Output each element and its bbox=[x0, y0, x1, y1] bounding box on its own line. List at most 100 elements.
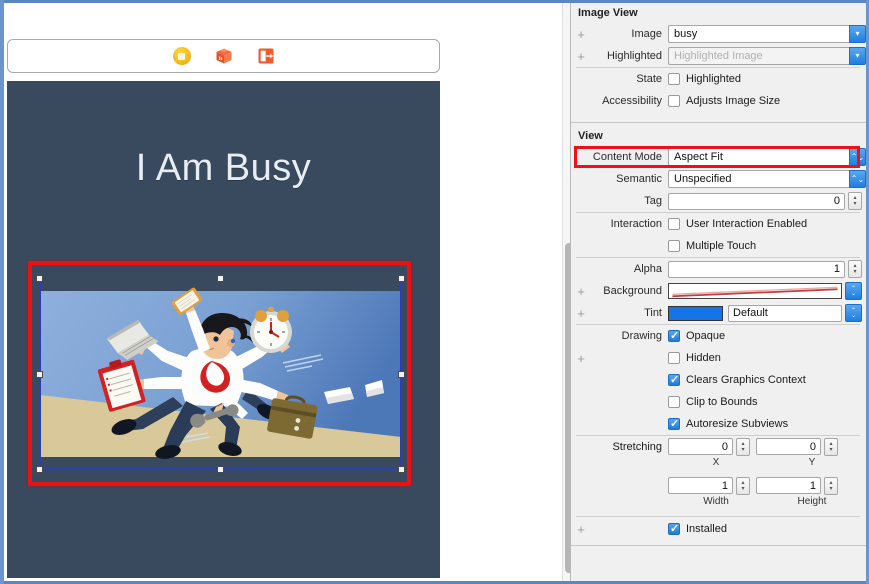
checkbox-multiple-touch[interactable] bbox=[668, 240, 680, 252]
checkbox-clip-to-bounds[interactable] bbox=[668, 396, 680, 408]
add-variation-icon-installed[interactable]: + bbox=[574, 523, 588, 536]
checkbox-label-multiple-touch: Multiple Touch bbox=[686, 240, 757, 252]
stretching-x-input[interactable]: 0 bbox=[668, 438, 733, 455]
resize-handle-middle-left[interactable] bbox=[36, 371, 43, 378]
stretching-row-wh[interactable]: 1 ▴ ▾ 1 ▴ ▾ bbox=[574, 475, 866, 496]
checkbox-user-interaction-enabled[interactable] bbox=[668, 218, 680, 230]
resize-handle-bottom-left[interactable] bbox=[36, 466, 43, 473]
row-multiple-touch[interactable]: Multiple Touch bbox=[570, 235, 866, 257]
chevron-updown-icon-content-mode[interactable]: ⌃ ⌄ bbox=[849, 148, 866, 166]
view-controller-icon[interactable] bbox=[172, 47, 191, 65]
add-variation-icon-tint[interactable]: + bbox=[574, 307, 588, 320]
stretching-width-cell[interactable]: 1 ▴ ▾ bbox=[668, 476, 750, 495]
checkbox-label-opaque: Opaque bbox=[686, 330, 726, 342]
row-image[interactable]: + Image busy ▾ bbox=[570, 23, 866, 45]
stretching-height-input[interactable]: 1 bbox=[756, 477, 821, 494]
content-mode-combo[interactable]: Aspect Fit ⌃ ⌄ bbox=[668, 148, 866, 166]
stretching-x-stepper[interactable]: ▴ ▾ bbox=[736, 437, 750, 456]
add-variation-icon-hidden[interactable]: + bbox=[574, 352, 588, 365]
attributes-inspector[interactable]: Image View + Image busy ▾ + Highlighted … bbox=[570, 3, 866, 581]
stretching-width-stepper[interactable]: ▴ ▾ bbox=[736, 476, 750, 495]
label-accessibility: Accessibility bbox=[602, 95, 662, 107]
row-clears-graphics-context[interactable]: Clears Graphics Context bbox=[570, 369, 866, 391]
row-alpha[interactable]: Alpha 1 ▴ ▾ bbox=[570, 258, 866, 280]
semantic-value[interactable]: Unspecified bbox=[668, 170, 849, 188]
checkbox-hidden[interactable] bbox=[668, 352, 680, 364]
highlighted-image-combo[interactable]: Highlighted Image ▾ bbox=[668, 47, 866, 65]
add-variation-icon-image[interactable]: + bbox=[574, 28, 588, 41]
highlighted-image-value[interactable]: Highlighted Image bbox=[668, 47, 849, 65]
row-background[interactable]: + Background ⌃ ⌄ bbox=[570, 280, 866, 302]
alpha-stepper[interactable]: ▴ ▾ bbox=[848, 260, 862, 278]
stretching-captions-xy: X Y bbox=[574, 457, 866, 471]
checkbox-adjusts-image-size[interactable] bbox=[668, 95, 680, 107]
row-semantic[interactable]: Semantic Unspecified ⌃ ⌄ bbox=[570, 168, 866, 190]
row-highlighted-image[interactable]: + Highlighted Highlighted Image ▾ bbox=[570, 45, 866, 67]
scene-dock[interactable] bbox=[7, 39, 440, 73]
checkbox-label-hidden: Hidden bbox=[686, 352, 721, 364]
stretching-y-input[interactable]: 0 bbox=[756, 438, 821, 455]
stretching-y-cell[interactable]: 0 ▴ ▾ bbox=[756, 437, 838, 456]
checkbox-label-user-interaction-enabled: User Interaction Enabled bbox=[686, 218, 808, 230]
row-clip-to-bounds[interactable]: Clip to Bounds bbox=[570, 391, 866, 413]
storyboard-canvas[interactable]: I Am Busy bbox=[4, 3, 570, 581]
alpha-input[interactable]: 1 bbox=[668, 260, 845, 278]
row-hidden[interactable]: + Hidden bbox=[570, 347, 866, 369]
checkbox-autoresize-subviews[interactable] bbox=[668, 417, 680, 431]
resize-handle-bottom-right[interactable] bbox=[398, 466, 405, 473]
chevron-down-icon-image[interactable]: ▾ bbox=[849, 25, 866, 43]
image-combo[interactable]: busy ▾ bbox=[668, 25, 866, 43]
app-window: I Am Busy Image View + Image busy ▾ + Hi… bbox=[0, 0, 869, 584]
resize-handle-top-left[interactable] bbox=[36, 275, 43, 282]
row-tint[interactable]: + Tint Default ⌃ ⌄ bbox=[570, 302, 866, 324]
label-background: Background bbox=[603, 285, 662, 297]
exit-icon[interactable] bbox=[257, 47, 275, 65]
tag-stepper[interactable]: ▴ ▾ bbox=[848, 192, 862, 210]
canvas-scrollbar[interactable] bbox=[562, 3, 570, 581]
row-tag[interactable]: Tag 0 ▴ ▾ bbox=[570, 190, 866, 212]
first-responder-icon[interactable] bbox=[215, 47, 233, 65]
checkbox-clears-graphics-context[interactable] bbox=[668, 373, 680, 387]
caption-width: Width bbox=[703, 496, 729, 507]
device-screen[interactable]: I Am Busy bbox=[7, 81, 440, 578]
chevron-updown-icon-semantic[interactable]: ⌃ ⌄ bbox=[849, 170, 866, 188]
label-content-mode: Content Mode bbox=[592, 151, 662, 163]
label-state: State bbox=[636, 73, 662, 85]
stretching-row-xy[interactable]: Stretching 0 ▴ ▾ 0 ▴ ▾ bbox=[574, 436, 866, 457]
chevron-down-icon-highlighted[interactable]: ▾ bbox=[849, 47, 866, 65]
tag-input[interactable]: 0 bbox=[668, 192, 845, 210]
stretching-captions-wh: Width Height bbox=[574, 496, 866, 510]
tint-value[interactable]: Default bbox=[728, 304, 842, 322]
background-color-well[interactable] bbox=[668, 283, 842, 299]
stretching-width-input[interactable]: 1 bbox=[668, 477, 733, 494]
stretching-group[interactable]: Stretching 0 ▴ ▾ 0 ▴ ▾ X Y 1 ▴ ▾ 1 ▴ ▾ W… bbox=[570, 436, 866, 510]
image-view[interactable] bbox=[36, 275, 405, 473]
row-accessibility[interactable]: Accessibility Adjusts Image Size bbox=[570, 90, 866, 112]
add-variation-icon-background[interactable]: + bbox=[574, 285, 588, 298]
resize-handle-middle-right[interactable] bbox=[398, 371, 405, 378]
checkbox-installed[interactable] bbox=[668, 522, 680, 536]
tint-color-stepper[interactable]: ⌃ ⌄ bbox=[845, 304, 862, 322]
stretching-y-stepper[interactable]: ▴ ▾ bbox=[824, 437, 838, 456]
checkbox-label-installed: Installed bbox=[686, 523, 727, 535]
background-color-stepper[interactable]: ⌃ ⌄ bbox=[845, 282, 862, 300]
row-state[interactable]: State Highlighted bbox=[570, 68, 866, 90]
add-variation-icon-highlighted[interactable]: + bbox=[574, 50, 588, 63]
stretching-height-stepper[interactable]: ▴ ▾ bbox=[824, 476, 838, 495]
row-autoresize-subviews[interactable]: Autoresize Subviews bbox=[570, 413, 866, 435]
stretching-height-cell[interactable]: 1 ▴ ▾ bbox=[756, 476, 838, 495]
resize-handle-top-right[interactable] bbox=[398, 275, 405, 282]
resize-handle-top-center[interactable] bbox=[217, 275, 224, 282]
resize-handle-bottom-center[interactable] bbox=[217, 466, 224, 473]
semantic-combo[interactable]: Unspecified ⌃ ⌄ bbox=[668, 170, 866, 188]
image-value[interactable]: busy bbox=[668, 25, 849, 43]
stretching-x-cell[interactable]: 0 ▴ ▾ bbox=[668, 437, 750, 456]
content-mode-value[interactable]: Aspect Fit bbox=[668, 148, 849, 166]
checkbox-highlighted[interactable] bbox=[668, 73, 680, 85]
tint-color-swatch[interactable] bbox=[668, 305, 723, 321]
row-content-mode[interactable]: Content Mode Aspect Fit ⌃ ⌄ bbox=[570, 146, 866, 168]
checkbox-opaque[interactable] bbox=[668, 329, 680, 343]
row-drawing[interactable]: Drawing Opaque bbox=[570, 325, 866, 347]
row-interaction[interactable]: Interaction User Interaction Enabled bbox=[570, 213, 866, 235]
row-installed[interactable]: + Installed bbox=[570, 517, 866, 541]
